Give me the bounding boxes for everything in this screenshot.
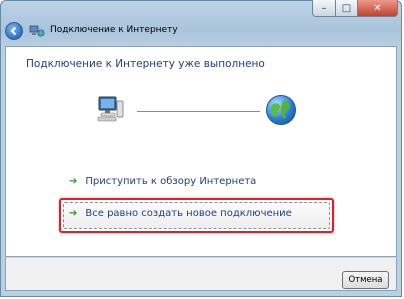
computer-icon [97, 96, 124, 122]
new-connection-label: Все равно создать новое подключение [85, 208, 292, 219]
window-title: Подключение к Интернету [50, 25, 178, 35]
window-controls: – □ ✕ [312, 0, 398, 17]
button-bar [5, 257, 397, 291]
new-connection-link[interactable]: ➔ Все равно создать новое подключение [69, 208, 292, 219]
internet-globe-icon [266, 95, 296, 125]
green-arrow-icon: ➔ [69, 176, 78, 187]
back-arrow-icon [10, 26, 17, 36]
page-heading: Подключение к Интернету уже выполнено [26, 58, 265, 70]
connection-line [137, 111, 260, 112]
maximize-button[interactable]: □ [336, 0, 358, 17]
minimize-button[interactable]: – [312, 0, 336, 17]
back-button[interactable] [5, 22, 23, 40]
browse-internet-label: Приступить к обзору Интернета [85, 176, 257, 187]
close-button[interactable]: ✕ [358, 0, 398, 17]
browse-internet-link[interactable]: ➔ Приступить к обзору Интернета [69, 176, 256, 187]
green-arrow-icon: ➔ [69, 208, 78, 219]
cancel-button[interactable]: Отмена [342, 271, 389, 289]
network-connection-icon [29, 25, 45, 37]
